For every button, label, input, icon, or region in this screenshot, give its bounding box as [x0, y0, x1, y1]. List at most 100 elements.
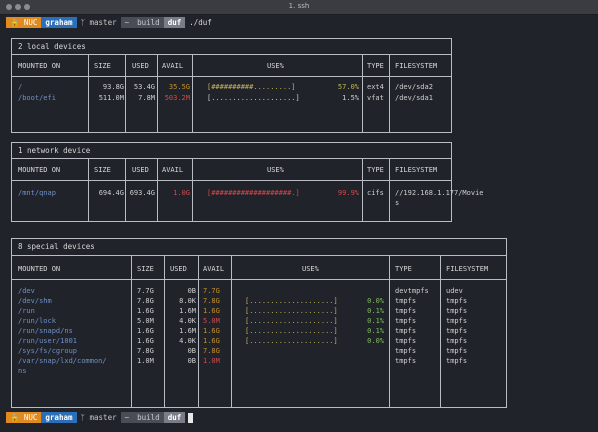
- column-header: FILESYSTEM: [395, 166, 438, 174]
- used-cell: 0B: [187, 357, 196, 365]
- prompt-user: graham: [41, 17, 77, 28]
- mount-cell: /dev/shm: [18, 297, 52, 305]
- column-header: USED: [132, 62, 149, 70]
- used-cell: 8.0K: [179, 297, 196, 305]
- network-devices-panel: 1 network device MOUNTED ON SIZE USED AV…: [11, 142, 484, 222]
- used-cell: 7.8M: [138, 94, 155, 102]
- prompt-path-current: duf: [163, 412, 186, 423]
- usage-bar: [....................]: [245, 297, 338, 305]
- column-header: USED: [170, 265, 187, 273]
- usage-bar: [....................]: [207, 94, 300, 102]
- avail-cell: 1.6G: [203, 337, 220, 345]
- avail-cell: 1.6G: [203, 307, 220, 315]
- type-cell: tmpfs: [395, 327, 417, 335]
- usage-percent: 0.0%: [367, 337, 384, 345]
- column-header: TYPE: [367, 166, 384, 174]
- size-cell: 1.6G: [137, 307, 154, 315]
- usage-percent: 57.0%: [337, 83, 359, 91]
- used-cell: 0B: [187, 347, 196, 355]
- type-cell: tmpfs: [395, 337, 417, 345]
- window-title: 1. ssh: [288, 2, 310, 10]
- column-header: AVAIL: [162, 166, 184, 174]
- prompt-branch: ᛉ master: [76, 17, 121, 28]
- used-cell: 1.6M: [179, 307, 196, 315]
- usage-bar: [###################.]: [207, 189, 300, 197]
- usage-bar: [##########.........]: [207, 83, 296, 91]
- prompt-host: 🔒 NUC: [6, 412, 42, 423]
- avail-cell: 503.2M: [164, 94, 190, 102]
- type-cell: tmpfs: [395, 297, 417, 305]
- type-cell: devtmpfs: [395, 287, 429, 295]
- terminal-window: 1. ssh 🔒 NUC graham ᛉ master ~ build duf…: [0, 0, 598, 432]
- prompt-user: graham: [41, 412, 77, 423]
- usage-percent: 1.5%: [342, 94, 359, 102]
- size-cell: 1.6G: [137, 327, 154, 335]
- column-header: USED: [132, 166, 149, 174]
- avail-cell: 7.7G: [203, 287, 220, 295]
- type-cell: tmpfs: [395, 307, 417, 315]
- used-cell: 0B: [187, 287, 196, 295]
- title-bar: 1. ssh: [0, 0, 598, 15]
- filesystem-cell: //192.168.1.177/Movie: [395, 189, 484, 197]
- mount-cell: /: [18, 83, 23, 91]
- column-header: AVAIL: [162, 62, 184, 70]
- type-cell: tmpfs: [395, 347, 417, 355]
- size-cell: 5.0M: [137, 317, 154, 325]
- used-cell: 4.0K: [179, 317, 196, 325]
- avail-cell: 1.0G: [173, 189, 190, 197]
- local-devices-panel: 2 local devices MOUNTED ON SIZE USED AVA…: [11, 38, 452, 133]
- usage-percent: 99.9%: [337, 189, 359, 197]
- text-cursor[interactable]: [188, 412, 194, 423]
- filesystem-cell: /dev/sda2: [395, 83, 433, 91]
- size-cell: 511.0M: [98, 94, 124, 102]
- filesystem-cell: tmpfs: [446, 347, 468, 355]
- mount-cell: /sys/fs/cgroup: [18, 347, 78, 355]
- type-cell: tmpfs: [395, 317, 417, 325]
- size-cell: 694.4G: [98, 189, 124, 197]
- mount-cell: /boot/efi: [18, 94, 56, 102]
- type-cell: cifs: [367, 189, 384, 197]
- column-header: MOUNTED ON: [18, 166, 61, 174]
- prompt-line: 🔒 NUC graham ᛉ master ~ build duf ./duf: [6, 17, 212, 28]
- column-header: USE%: [267, 166, 284, 174]
- column-header: TYPE: [395, 265, 412, 273]
- avail-cell: 7.8G: [203, 347, 220, 355]
- usage-bar: [....................]: [245, 337, 338, 345]
- size-cell: 1.0M: [137, 357, 154, 365]
- special-devices-panel: 8 special devices MOUNTED ON SIZE USED A…: [11, 238, 507, 408]
- avail-cell: 5.0M: [203, 317, 220, 325]
- prompt-path-home: ~: [120, 412, 134, 423]
- filesystem-cell: tmpfs: [446, 317, 468, 325]
- size-cell: 7.7G: [137, 287, 154, 295]
- column-header: AVAIL: [203, 265, 225, 273]
- filesystem-cell: udev: [446, 287, 463, 295]
- used-cell: 4.0K: [179, 337, 196, 345]
- mount-cell: /run/lock: [18, 317, 56, 325]
- mount-cell-wrap: ns: [18, 367, 27, 375]
- mount-cell: /mnt/qnap: [18, 189, 56, 197]
- filesystem-cell: /dev/sda1: [395, 94, 433, 102]
- avail-cell: 1.0M: [203, 357, 220, 365]
- used-cell: 1.6M: [179, 327, 196, 335]
- prompt-branch: ᛉ master: [76, 412, 121, 423]
- usage-percent: 0.0%: [367, 297, 384, 305]
- column-header: SIZE: [94, 166, 111, 174]
- mount-cell: /run/snapd/ns: [18, 327, 73, 335]
- size-cell: 7.8G: [137, 347, 154, 355]
- panel-title: 8 special devices: [18, 242, 95, 251]
- column-header: FILESYSTEM: [446, 265, 489, 273]
- filesystem-cell-wrap: s: [395, 199, 400, 207]
- prompt-line-current[interactable]: 🔒 NUC graham ᛉ master ~ build duf: [6, 412, 194, 423]
- usage-bar: [....................]: [245, 307, 338, 315]
- used-cell: 693.4G: [129, 189, 155, 197]
- avail-cell: 35.5G: [168, 83, 190, 91]
- usage-percent: 0.1%: [367, 307, 384, 315]
- size-cell: 93.8G: [102, 83, 124, 91]
- filesystem-cell: tmpfs: [446, 297, 468, 305]
- used-cell: 53.4G: [133, 83, 155, 91]
- usage-percent: 0.1%: [367, 327, 384, 335]
- panel-title: 1 network device: [18, 146, 91, 155]
- column-header: FILESYSTEM: [395, 62, 438, 70]
- column-header: SIZE: [137, 265, 154, 273]
- usage-percent: 0.1%: [367, 317, 384, 325]
